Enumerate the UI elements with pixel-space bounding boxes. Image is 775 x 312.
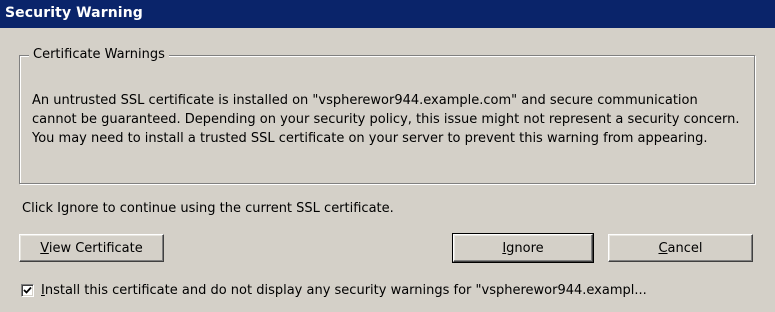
install-certificate-label[interactable]: Install this certificate and do not disp… [41,282,765,300]
install-certificate-label-text: nstall this certificate and do not displ… [44,283,647,298]
warning-message: An untrusted SSL certificate is installe… [32,93,740,146]
ignore-instruction-text: Click Ignore to continue using the curre… [22,201,394,216]
ignore-button[interactable]: Ignore [452,233,594,263]
cancel-button[interactable]: Cancel [608,234,753,262]
security-warning-dialog: Security Warning Certificate Warnings An… [0,0,775,312]
install-certificate-option[interactable]: Install this certificate and do not disp… [21,282,766,302]
title-bar[interactable]: Security Warning [0,0,775,28]
view-certificate-button[interactable]: View Certificate [19,234,164,262]
checkmark-icon [23,286,32,294]
group-legend: Certificate Warnings [29,46,169,64]
install-certificate-checkbox[interactable] [21,284,34,297]
window-title: Security Warning [5,5,143,21]
certificate-warnings-group: Certificate Warnings An untrusted SSL ce… [19,46,755,184]
cancel-label: Cancel [658,240,703,256]
view-certificate-label: View Certificate [40,240,143,256]
ignore-label: Ignore [502,240,544,256]
